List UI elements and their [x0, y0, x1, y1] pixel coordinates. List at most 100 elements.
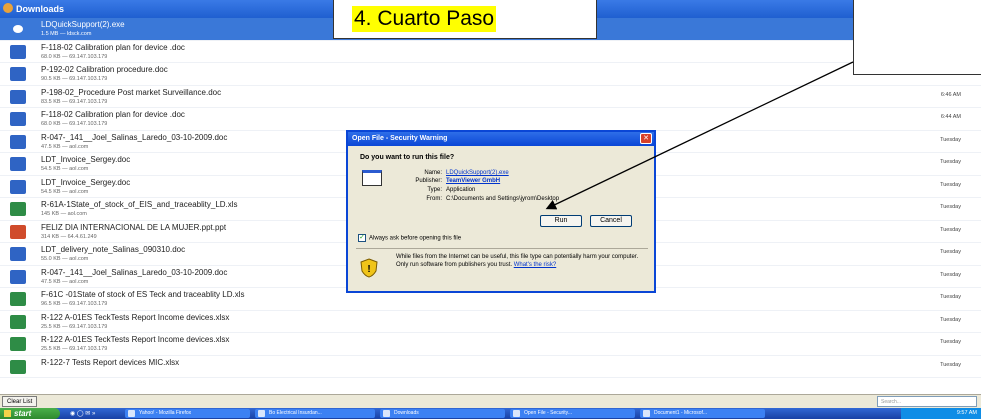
taskbar-item-security[interactable]: Open File - Security... — [510, 409, 635, 418]
publisher-link[interactable]: TeamViewer GmbH — [446, 178, 500, 184]
close-icon[interactable]: ✕ — [640, 133, 652, 144]
download-filename: P-198-02_Procedure Post market Surveilla… — [41, 87, 222, 97]
download-time: Tuesday — [940, 181, 961, 188]
doc-file-icon — [10, 112, 26, 126]
annotation-label: 4. Cuarto Paso — [352, 6, 497, 32]
start-label: start — [14, 409, 32, 418]
name-label: Name: — [424, 170, 442, 176]
from-row: From: C:\Documents and Settings\jyrom\Des… — [400, 196, 559, 202]
download-filename: FELIZ DIA INTERNACIONAL DE LA MUJER.ppt.… — [41, 222, 227, 232]
download-meta: 68.0 KB — 69.147.103.179 — [41, 53, 108, 60]
download-filename: LDQuickSupport(2).exe — [41, 20, 125, 29]
system-tray: 9:57 AM — [901, 408, 981, 419]
type-label: Type: — [427, 187, 442, 193]
run-button[interactable]: Run — [540, 215, 582, 227]
xls-file-icon — [10, 359, 26, 374]
download-meta: 68.0 KB — 69.147.103.179 — [41, 121, 108, 127]
download-time: 6:44 AM — [940, 114, 961, 120]
publisher-row: Publisher: TeamViewer GmbH — [400, 178, 500, 184]
doc-file-icon — [10, 247, 26, 261]
download-filename: R-047-_141__Joel_Salinas_Laredo_03-10-20… — [41, 267, 228, 277]
risk-link[interactable]: What's the risk? — [514, 262, 557, 268]
quick-launch[interactable]: ◉ ◯ ✉ » — [70, 410, 95, 417]
taskbar-item-electrical[interactable]: Bo Electrical Insurdan... — [255, 409, 375, 418]
download-filename: R-122-7 Tests Report devices MIC.xlsx — [41, 357, 180, 367]
download-meta: 54.5 KB — aol.com — [41, 188, 89, 195]
search-input[interactable]: Search... — [877, 396, 977, 407]
download-item[interactable]: R-122 A-01ES TeckTests Report Income dev… — [0, 333, 981, 356]
checkmark-icon: ✓ — [358, 234, 366, 242]
download-meta: 25.5 KB — 69.147.103.179 — [41, 323, 108, 330]
file-name-link[interactable]: LDQuickSupport(2).exe — [446, 170, 509, 176]
download-item[interactable]: P-192-02 Calibration procedure.doc 90.5 K… — [0, 63, 981, 86]
download-time: Tuesday — [940, 361, 961, 368]
doc-file-icon — [10, 269, 26, 284]
svg-text:!: ! — [367, 264, 370, 275]
download-time: Tuesday — [940, 271, 961, 278]
xls-file-icon — [10, 292, 26, 306]
download-time: Tuesday — [940, 294, 961, 300]
firefox-icon — [3, 3, 13, 13]
download-meta: 96.5 KB — 69.147.103.179 — [41, 301, 108, 307]
download-item[interactable]: F-118-02 Calibration plan for device .do… — [0, 108, 981, 131]
ppt-file-icon — [10, 224, 26, 239]
taskbar-item-document[interactable]: Document1 - Microsof... — [640, 409, 765, 418]
download-item[interactable]: R-122 A-01ES TeckTests Report Income dev… — [0, 311, 981, 333]
download-filename: R-122 A-01ES TeckTests Report Income dev… — [41, 335, 230, 344]
download-meta: 314 KB — 64.4.61.249 — [41, 233, 97, 240]
download-meta: 25.5 KB — 69.147.103.179 — [41, 346, 108, 352]
xls-file-icon — [10, 314, 26, 329]
clear-list-button[interactable]: Clear List — [2, 396, 38, 407]
download-filename: R-122 A-01ES TeckTests Report Income dev… — [41, 312, 230, 322]
start-button[interactable]: start — [0, 408, 60, 419]
exe-file-icon — [10, 22, 26, 36]
download-meta: 47.5 KB — aol.com — [41, 278, 89, 285]
download-item[interactable]: R-122-7 Tests Report devices MIC.xlsx Tue… — [0, 356, 981, 378]
download-filename: F-118-02 Calibration plan for device .do… — [41, 42, 185, 52]
file-name-row: Name: LDQuickSupport(2).exe — [400, 170, 509, 176]
dialog-title: Open File - Security Warning — [348, 132, 654, 146]
xls-file-icon — [10, 202, 26, 216]
taskbar-item-downloads[interactable]: Downloads — [380, 409, 505, 418]
downloads-bottom-bar: Clear List Search... — [0, 394, 981, 408]
download-item[interactable]: P-198-02_Procedure Post market Surveilla… — [0, 86, 981, 108]
download-time: Tuesday — [940, 226, 961, 233]
download-filename: F-118-02 Calibration plan for device .do… — [41, 110, 185, 119]
download-item[interactable]: F-118-02 Calibration plan for device .do… — [0, 41, 981, 63]
download-filename: P-192-02 Calibration procedure.doc — [41, 65, 168, 74]
window-title: Downloads — [16, 4, 65, 14]
download-filename: LDT_Invoice_Sergey.doc — [41, 177, 131, 187]
taskbar-item-firefox[interactable]: Yahoo! - Mozilla Firefox — [125, 409, 250, 418]
annotation-box-right — [853, 0, 981, 75]
doc-file-icon — [10, 44, 26, 59]
doc-file-icon — [10, 134, 26, 149]
download-meta: 47.5 KB — aol.com — [41, 143, 89, 150]
doc-file-icon — [10, 67, 26, 81]
taskbar: start ◉ ◯ ✉ » Yahoo! - Mozilla Firefox B… — [0, 408, 981, 419]
security-warning-dialog: Open File - Security Warning ✕ Do you wa… — [346, 130, 656, 293]
download-time: Tuesday — [940, 316, 961, 323]
download-meta: 145 KB — aol.com — [41, 211, 87, 217]
warning-message: While files from the Internet can be use… — [396, 254, 646, 269]
doc-file-icon — [10, 157, 26, 171]
screenshot-root: Downloads LDQuickSupport(2).exe 1.5 MB — … — [0, 0, 981, 419]
download-time: Tuesday — [940, 249, 961, 255]
always-ask-checkbox[interactable]: ✓ Always ask before opening this file — [358, 234, 461, 242]
download-time: 6:46 AM — [940, 91, 961, 98]
application-icon — [362, 170, 382, 186]
download-time: Tuesday — [940, 136, 961, 143]
download-filename: R-047-_141__Joel_Salinas_Laredo_03-10-20… — [41, 132, 228, 142]
from-value: C:\Documents and Settings\jyrom\Desktop — [446, 196, 560, 202]
xls-file-icon — [10, 337, 26, 351]
download-time: Tuesday — [940, 159, 961, 165]
download-time: Tuesday — [940, 204, 961, 210]
windows-flag-icon — [4, 410, 11, 417]
download-meta: 54.5 KB — aol.com — [41, 166, 89, 172]
doc-file-icon — [10, 89, 26, 104]
cancel-button[interactable]: Cancel — [590, 215, 632, 227]
download-filename: R-61A-1State_of_stock_of_EIS_and_traceab… — [41, 200, 238, 209]
doc-file-icon — [10, 179, 26, 194]
download-meta: 1.5 MB — ldsck.com — [41, 31, 92, 37]
download-meta: 55.0 KB — aol.com — [41, 256, 89, 262]
type-row: Type: Application — [400, 187, 475, 193]
